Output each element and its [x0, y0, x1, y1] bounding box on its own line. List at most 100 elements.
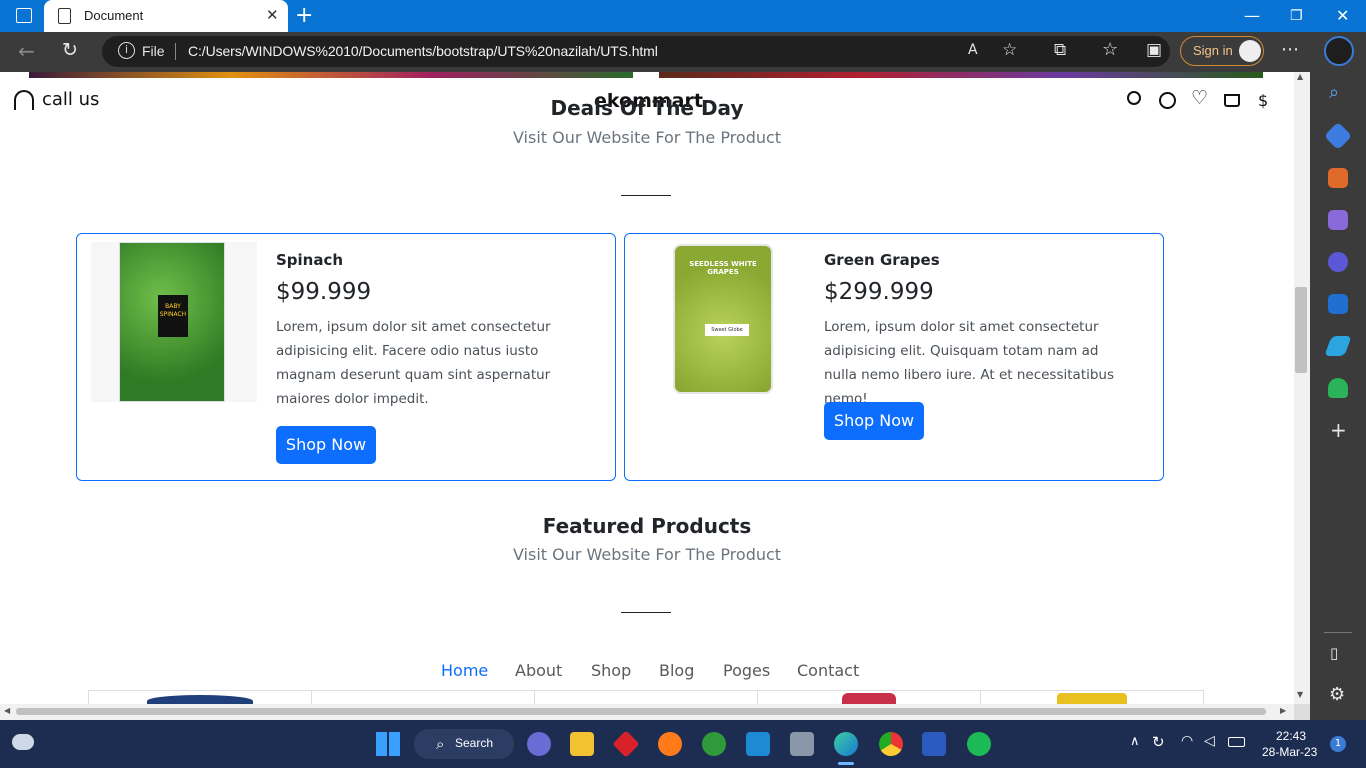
favorites-icon[interactable]: ☆ — [1102, 39, 1118, 60]
restore-icon[interactable]: ❐ — [1290, 8, 1303, 24]
read-aloud-icon[interactable]: A — [968, 42, 978, 58]
featured-item[interactable] — [89, 691, 312, 704]
product-name: Spinach — [276, 251, 344, 269]
address-bar[interactable]: i File C:/Users/WINDOWS%2010/Documents/b… — [102, 36, 1170, 67]
bing-icon[interactable] — [1324, 36, 1354, 66]
edge-icon[interactable] — [834, 732, 858, 756]
scroll-left-icon[interactable]: ◀ — [4, 706, 10, 715]
scroll-right-icon[interactable]: ▶ — [1280, 706, 1286, 715]
wifi-icon[interactable]: ◠ — [1181, 733, 1193, 749]
grapes-image[interactable]: SEEDLESS WHITE GRAPES Sweet Globe — [673, 244, 773, 394]
more-menu-icon[interactable]: ⋯ — [1281, 39, 1299, 60]
nav-home[interactable]: Home — [441, 661, 488, 680]
clock-date[interactable]: 28-Mar-23 — [1262, 745, 1317, 759]
vertical-scrollbar[interactable]: ▲ ▼ — [1294, 72, 1310, 704]
deals-divider — [621, 195, 671, 196]
close-tab-icon[interactable]: ✕ — [266, 6, 279, 24]
nav-about[interactable]: About — [515, 661, 562, 680]
featured-item[interactable] — [758, 691, 981, 704]
sidebar-toggle-icon[interactable]: ▯ — [1330, 644, 1338, 662]
deal-card-green-grapes: SEEDLESS WHITE GRAPES Sweet Globe Green … — [624, 233, 1164, 481]
collections-icon[interactable]: ▣ — [1146, 40, 1162, 60]
browser-tab[interactable]: Document ✕ — [44, 0, 288, 32]
taskbar-search[interactable]: ⌕ Search — [414, 729, 514, 759]
shopping-icon[interactable] — [1323, 121, 1353, 151]
spinach-image[interactable]: BABY SPINACH — [91, 242, 257, 402]
featured-subtitle: Visit Our Website For The Product — [512, 545, 782, 564]
back-icon[interactable]: ← — [18, 39, 35, 63]
weather-icon[interactable] — [12, 734, 34, 750]
featured-item[interactable] — [981, 691, 1204, 704]
browser-toolbar: ← ↻ i File C:/Users/WINDOWS%2010/Documen… — [0, 32, 1366, 72]
search-icon: ⌕ — [436, 735, 445, 753]
battery-icon[interactable] — [1228, 737, 1245, 747]
outlook-icon[interactable] — [1328, 294, 1348, 314]
scroll-up-icon[interactable]: ▲ — [1297, 72, 1303, 81]
featured-title: Featured Products — [542, 514, 752, 538]
app-icon[interactable] — [702, 732, 726, 756]
scroll-down-icon[interactable]: ▼ — [1297, 690, 1303, 699]
file-label: File — [142, 43, 165, 59]
games-icon[interactable] — [1328, 210, 1348, 230]
settings-icon[interactable]: ⚙ — [1329, 684, 1345, 705]
firefox-icon[interactable] — [658, 732, 682, 756]
send-icon[interactable] — [1324, 336, 1352, 356]
shop-now-button[interactable]: Shop Now — [276, 426, 376, 464]
nav-blog[interactable]: Blog — [659, 661, 694, 680]
tree-icon[interactable] — [1328, 378, 1348, 398]
scrollbar-thumb[interactable] — [1295, 287, 1307, 373]
volume-icon[interactable]: ◁ — [1204, 733, 1215, 749]
tab-actions-icon[interactable] — [16, 8, 32, 23]
product-thumbnail — [147, 695, 253, 704]
page-viewport: call us ekommart ♡ $ Deals Of The Day Vi… — [0, 72, 1294, 704]
featured-item[interactable] — [535, 691, 758, 704]
featured-item[interactable] — [312, 691, 535, 704]
scrollbar-thumb[interactable] — [16, 708, 1266, 715]
sidebar-divider — [1324, 632, 1352, 633]
address-separator — [175, 43, 176, 60]
microsoft365-icon[interactable] — [1328, 252, 1348, 272]
word-icon[interactable] — [922, 732, 946, 756]
spinach-bag: BABY SPINACH — [119, 242, 225, 402]
active-app-indicator — [838, 762, 854, 765]
start-icon[interactable] — [376, 732, 400, 756]
info-icon[interactable]: i — [118, 42, 135, 59]
product-price: $299.999 — [824, 279, 934, 305]
featured-grid — [88, 690, 1204, 704]
search-label: Search — [455, 736, 494, 750]
clock-time[interactable]: 22:43 — [1276, 729, 1306, 743]
sign-in-label: Sign in — [1193, 43, 1233, 58]
sign-in-button[interactable]: Sign in — [1180, 36, 1264, 66]
nav-poges[interactable]: Poges — [723, 661, 770, 680]
new-tab-icon[interactable]: + — [295, 3, 313, 28]
vscode-icon[interactable] — [746, 732, 770, 756]
chat-icon[interactable] — [527, 732, 551, 756]
product-thumbnail — [1057, 693, 1127, 704]
spotify-icon[interactable] — [967, 732, 991, 756]
tray-chevron-icon[interactable]: ∧ — [1130, 734, 1140, 749]
profile-avatar-icon — [1239, 40, 1261, 62]
add-favorite-icon[interactable]: ☆ — [1002, 40, 1017, 60]
tools-icon[interactable] — [1328, 168, 1348, 188]
nav-shop[interactable]: Shop — [591, 661, 631, 680]
horizontal-scrollbar[interactable]: ◀ ▶ — [0, 704, 1294, 720]
close-window-icon[interactable]: ✕ — [1336, 6, 1349, 25]
deals-subtitle: Visit Our Website For The Product — [512, 128, 782, 147]
refresh-icon[interactable]: ↻ — [62, 39, 78, 61]
product-price: $99.999 — [276, 279, 372, 305]
sync-icon[interactable]: ↻ — [1152, 733, 1165, 751]
add-sidebar-item-icon[interactable]: + — [1330, 418, 1347, 442]
file-explorer-icon[interactable] — [570, 732, 594, 756]
minimize-icon[interactable]: — — [1244, 6, 1260, 25]
chrome-icon[interactable] — [879, 732, 903, 756]
extensions-icon[interactable]: ⧉ — [1054, 40, 1066, 60]
product-thumbnail — [842, 693, 896, 704]
tab-title: Document — [84, 8, 144, 23]
product-description: Lorem, ipsum dolor sit amet consectetur … — [824, 319, 1115, 407]
shop-now-button[interactable]: Shop Now — [824, 402, 924, 440]
search-icon[interactable]: ⌕ — [1329, 82, 1339, 103]
nav-contact[interactable]: Contact — [797, 661, 859, 680]
camera-icon[interactable] — [790, 732, 814, 756]
url-text[interactable]: C:/Users/WINDOWS%2010/Documents/bootstra… — [188, 43, 658, 59]
notification-badge[interactable]: 1 — [1330, 736, 1346, 752]
